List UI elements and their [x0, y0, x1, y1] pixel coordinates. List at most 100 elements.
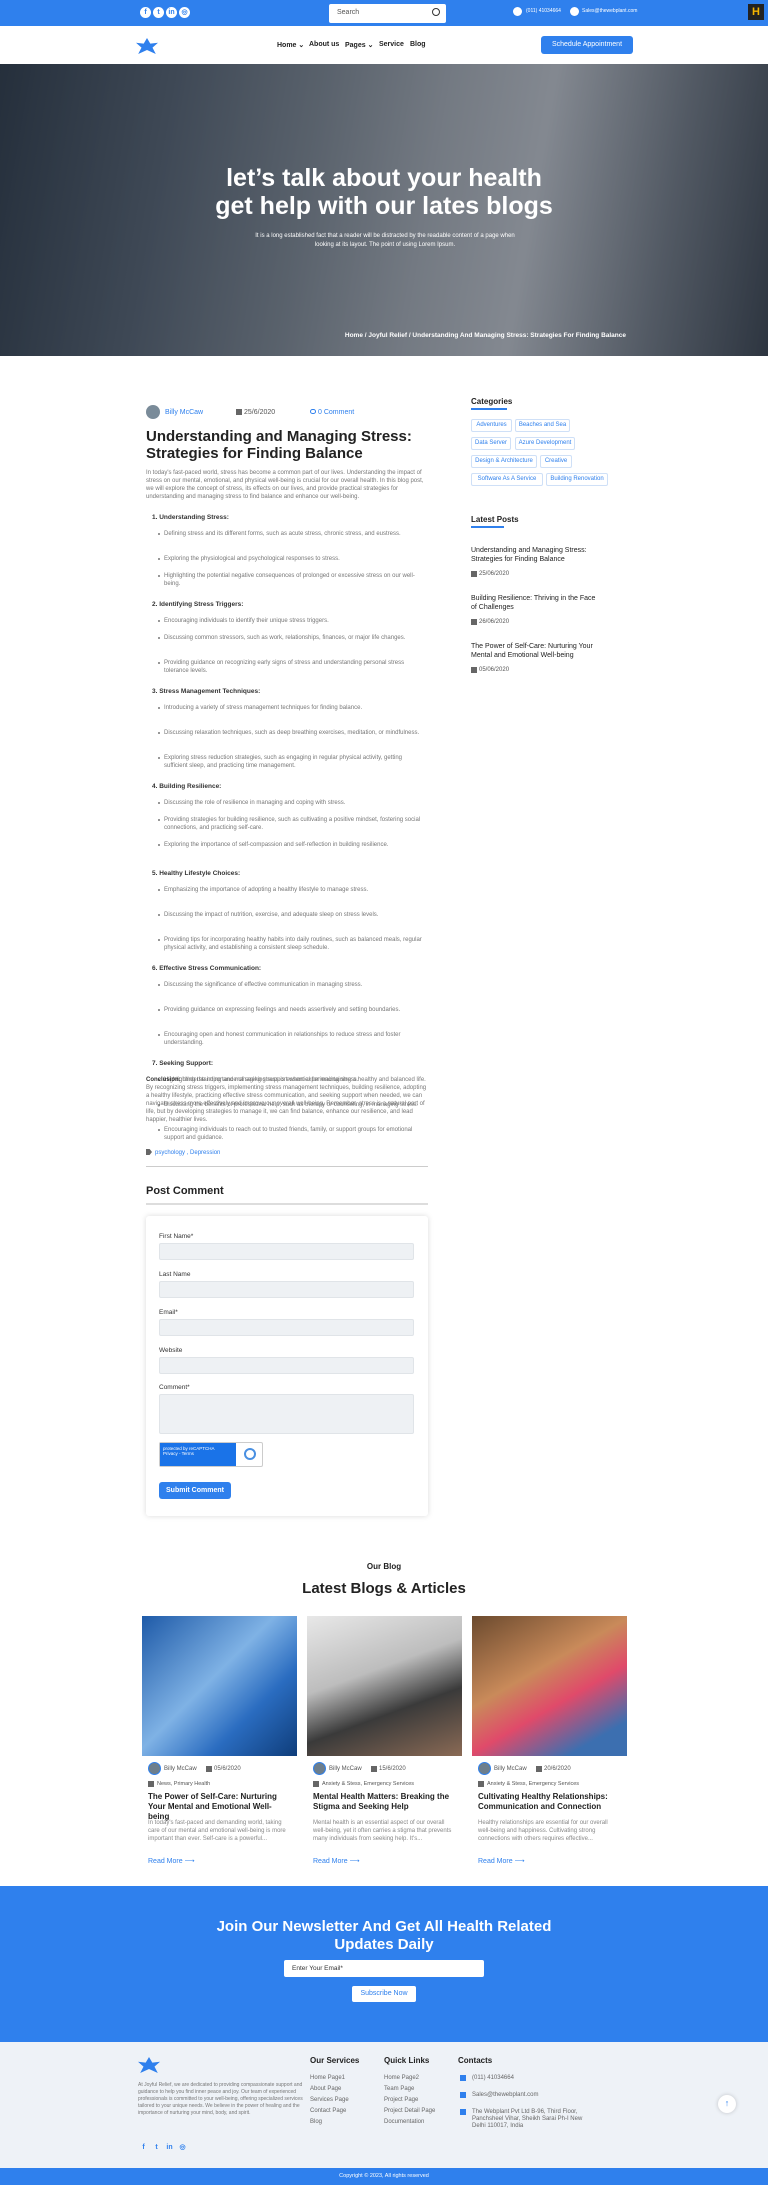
section-item: Discussing common stressors, such as wor…	[164, 635, 406, 641]
email-label: Email*	[159, 1309, 178, 1316]
nav-pages[interactable]: Pages ⌄	[345, 41, 373, 49]
phone-icon	[513, 7, 522, 16]
category-tag[interactable]: Beaches and Sea	[515, 419, 570, 432]
divider	[146, 1203, 428, 1205]
card-author: Billy McCaw	[164, 1766, 197, 1772]
facebook-icon[interactable]: f	[138, 2142, 149, 2153]
instagram-icon[interactable]: ◎	[177, 2142, 188, 2153]
category-tag[interactable]: Creative	[540, 455, 572, 468]
footer-address: The Webplant Pvt Ltd B-96, Third Floor, …	[472, 2109, 583, 2129]
footer-link[interactable]: Contact Page	[310, 2108, 346, 2114]
post-conclusion: Conclusion: Understanding and managing s…	[146, 1077, 427, 1123]
read-more-link[interactable]: Read More ⟶	[313, 1857, 360, 1865]
latest-post-link[interactable]: The Power of Self-Care: Nurturing Your M…	[471, 642, 596, 660]
bullet-icon	[158, 939, 160, 941]
card-title[interactable]: The Power of Self-Care: Nurturing Your M…	[148, 1792, 293, 1822]
website-field[interactable]	[159, 1357, 414, 1374]
bullet-icon	[158, 889, 160, 891]
subscribe-button[interactable]: Subscribe Now	[352, 1986, 416, 2002]
linkedin-icon[interactable]: in	[166, 7, 177, 18]
location-icon	[460, 2109, 466, 2115]
nav-blog[interactable]: Blog	[410, 41, 426, 48]
nav-service[interactable]: Service	[379, 41, 404, 48]
card-excerpt: Healthy relationships are essential for …	[478, 1820, 608, 1842]
footer-phone[interactable]: (011) 41034664	[472, 2075, 514, 2081]
post-author[interactable]: Billy McCaw	[165, 409, 203, 416]
card-excerpt: In today's fast-paced and demanding worl…	[148, 1820, 286, 1842]
breadcrumb[interactable]: Home / Joyful Relief / Understanding And…	[345, 332, 626, 339]
search-input[interactable]: Search	[329, 4, 446, 23]
bullet-icon	[158, 558, 160, 560]
twitter-icon[interactable]: t	[151, 2142, 162, 2153]
calendar-icon	[371, 1766, 377, 1772]
newsletter-email-input[interactable]: Enter Your Email*	[284, 1960, 484, 1977]
category-tag[interactable]: Azure Development	[515, 437, 575, 450]
latest-post-link[interactable]: Building Resilience: Thriving in the Fac…	[471, 594, 596, 612]
top-email[interactable]: Sales@thewebplant.com	[582, 8, 637, 14]
author-avatar	[313, 1762, 326, 1775]
section-item: Emphasizing the importance of adopting a…	[164, 887, 369, 893]
footer-link[interactable]: About Page	[310, 2086, 341, 2092]
blog-image[interactable]	[307, 1616, 462, 1756]
last-name-field[interactable]	[159, 1281, 414, 1298]
card-title[interactable]: Mental Health Matters: Breaking the Stig…	[313, 1792, 458, 1812]
read-more-link[interactable]: Read More ⟶	[148, 1857, 195, 1865]
comment-textarea[interactable]	[159, 1394, 414, 1434]
submit-comment-button[interactable]: Submit Comment	[159, 1482, 231, 1499]
schedule-appointment-button[interactable]: Schedule Appointment	[541, 36, 633, 54]
instagram-icon[interactable]: ◎	[179, 7, 190, 18]
recaptcha-widget[interactable]: protected by reCAPTCHA Privacy - Terms	[159, 1442, 263, 1467]
post-title: Understanding and Managing Stress: Strat…	[146, 428, 412, 462]
post-comments[interactable]: 0 Comment	[318, 409, 354, 416]
footer-link[interactable]: Project Page	[384, 2097, 418, 2103]
newsletter-heading-line1: Join Our Newsletter And Get All Health R…	[216, 1918, 552, 1935]
footer-link[interactable]: Home Page2	[384, 2075, 419, 2081]
extension-icon[interactable]: H	[748, 4, 764, 20]
blog-card[interactable]: Billy McCaw 15/6/2020 Anxiety & Stess, E…	[307, 1616, 462, 1876]
first-name-label: First Name*	[159, 1233, 194, 1240]
card-categories[interactable]: News, Primary Health	[157, 1781, 210, 1787]
nav-home[interactable]: Home ⌄	[277, 41, 304, 49]
footer-logo[interactable]	[138, 2057, 160, 2073]
blog-image[interactable]	[142, 1616, 297, 1756]
footer-link[interactable]: Blog	[310, 2119, 322, 2125]
footer-email[interactable]: Sales@thewebplant.com	[472, 2092, 538, 2098]
twitter-icon[interactable]: t	[153, 7, 164, 18]
card-categories[interactable]: Anxiety & Stess, Emergency Services	[322, 1781, 414, 1787]
section-heading: 7. Seeking Support:	[152, 1060, 214, 1067]
card-categories[interactable]: Anxiety & Stess, Emergency Services	[487, 1781, 579, 1787]
blog-image[interactable]	[472, 1616, 627, 1756]
bullet-icon	[158, 844, 160, 846]
category-tag[interactable]: Data Server	[471, 437, 511, 450]
hero-title-line1: let’s talk about your health	[226, 164, 542, 192]
category-tag[interactable]: Adventures	[471, 419, 512, 432]
card-title[interactable]: Cultivating Healthy Relationships: Commu…	[478, 1792, 623, 1812]
search-icon[interactable]	[432, 8, 440, 16]
nav-about[interactable]: About us	[309, 41, 339, 48]
category-tag[interactable]: Design & Architecture	[471, 455, 537, 468]
scroll-top-icon[interactable]: ↑	[718, 2095, 736, 2113]
category-tag[interactable]: Software As A Service	[471, 473, 543, 486]
blog-card[interactable]: Billy McCaw 05/6/2020 News, Primary Heal…	[142, 1616, 297, 1876]
divider	[146, 1166, 428, 1167]
logo[interactable]	[136, 38, 158, 54]
footer-link[interactable]: Services Page	[310, 2097, 349, 2103]
category-tag[interactable]: Building Renovation	[546, 473, 608, 486]
first-name-field[interactable]	[159, 1243, 414, 1260]
top-bar: f t in ◎ Search (011) 41034664 Sales@the…	[0, 0, 768, 26]
facebook-icon[interactable]: f	[140, 7, 151, 18]
read-more-link[interactable]: Read More ⟶	[478, 1857, 525, 1865]
top-phone[interactable]: (011) 41034664	[526, 8, 561, 14]
footer-link[interactable]: Team Page	[384, 2086, 414, 2092]
footer-link[interactable]: Documentation	[384, 2119, 424, 2125]
linkedin-icon[interactable]: in	[164, 2142, 175, 2153]
email-field[interactable]	[159, 1319, 414, 1336]
footer-link[interactable]: Project Detail Page	[384, 2108, 435, 2114]
categories-heading: Categories	[471, 397, 513, 406]
footer-link[interactable]: Home Page1	[310, 2075, 345, 2081]
latest-post-link[interactable]: Understanding and Managing Stress: Strat…	[471, 546, 596, 564]
post-tags[interactable]: psychology , Depression	[155, 1149, 220, 1157]
section-item: Discussing the impact of nutrition, exer…	[164, 912, 379, 918]
footer-about: At Joyful Relief, we are dedicated to pr…	[138, 2082, 303, 2116]
blog-card[interactable]: Billy McCaw 20/6/2020 Anxiety & Stess, E…	[472, 1616, 627, 1876]
